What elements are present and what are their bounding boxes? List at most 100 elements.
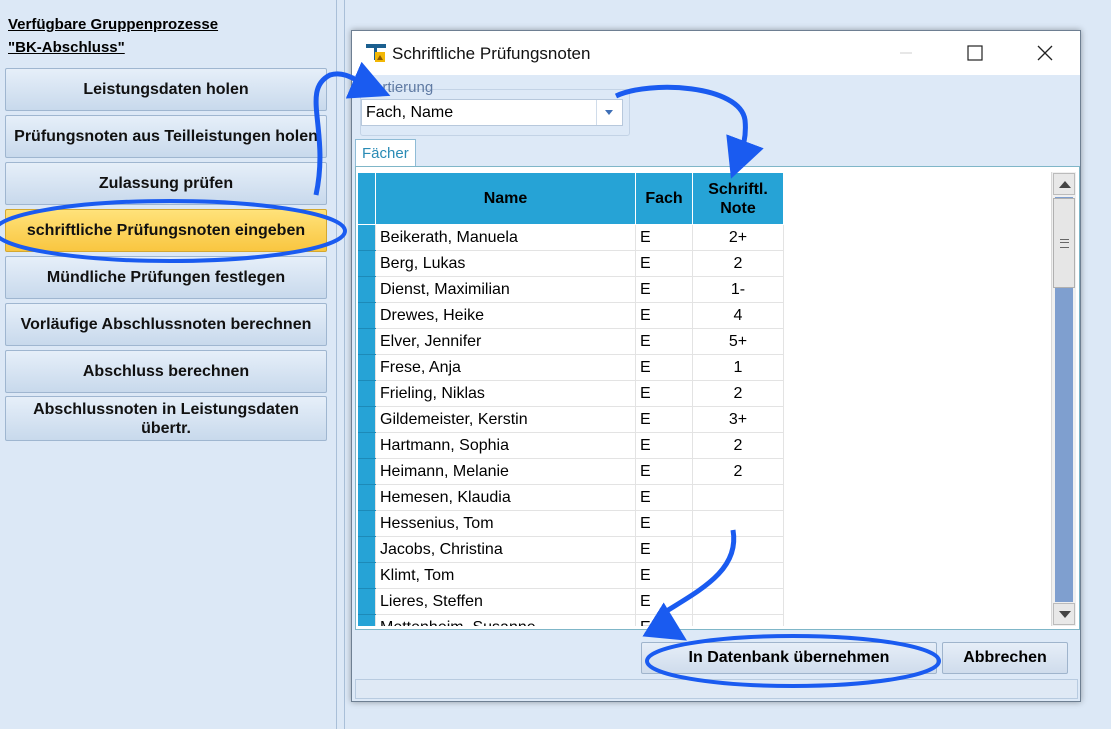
cell-fach: E bbox=[635, 302, 693, 329]
cell-note[interactable]: 1- bbox=[692, 276, 784, 303]
row-indicator bbox=[357, 380, 376, 407]
maximize-icon bbox=[967, 45, 983, 61]
cell-fach: E bbox=[635, 458, 693, 485]
process-panel: Verfügbare Gruppenprozesse "BK-Abschluss… bbox=[0, 0, 335, 729]
tab-faecher[interactable]: Fächer bbox=[355, 139, 416, 166]
table-row[interactable]: Frese, Anja E 1 bbox=[357, 354, 784, 381]
maximize-button[interactable] bbox=[952, 31, 998, 75]
grades-grid: Name Fach Schriftl. Note Beikerath, Manu… bbox=[357, 172, 1049, 626]
table-row[interactable]: Berg, Lukas E 2 bbox=[357, 250, 784, 277]
sort-label: Sortierung bbox=[364, 79, 434, 96]
cell-note[interactable]: 1 bbox=[692, 354, 784, 381]
cell-fach: E bbox=[635, 588, 693, 615]
row-indicator bbox=[357, 224, 376, 251]
table-row[interactable]: Gildemeister, Kerstin E 3+ bbox=[357, 406, 784, 433]
process-button-abschluss-berechnen[interactable]: Abschluss berechnen bbox=[5, 350, 327, 393]
cell-fach: E bbox=[635, 510, 693, 537]
cell-fach: E bbox=[635, 328, 693, 355]
table-row[interactable]: Elver, Jennifer E 5+ bbox=[357, 328, 784, 355]
row-indicator bbox=[357, 276, 376, 303]
minimize-icon bbox=[900, 52, 912, 54]
table-row[interactable]: Beikerath, Manuela E 2+ bbox=[357, 224, 784, 251]
panel-separator bbox=[336, 0, 337, 729]
table-row[interactable]: Lieres, Steffen E bbox=[357, 588, 784, 615]
process-button-abschlussnoten-uebertragen[interactable]: Abschlussnoten in Leistungsdaten übertr. bbox=[5, 396, 327, 441]
row-indicator bbox=[357, 536, 376, 563]
process-button-vorlaeufige-noten[interactable]: Vorläufige Abschlussnoten berechnen bbox=[5, 303, 327, 346]
cell-fach: E bbox=[635, 380, 693, 407]
row-indicator bbox=[357, 614, 376, 626]
table-row[interactable]: Hessenius, Tom E bbox=[357, 510, 784, 537]
sort-dropdown[interactable]: Fach, Name bbox=[361, 99, 623, 126]
process-button-leistungsdaten-holen[interactable]: Leistungsdaten holen bbox=[5, 68, 327, 111]
cell-note[interactable]: 2+ bbox=[692, 224, 784, 251]
cell-fach: E bbox=[635, 354, 693, 381]
process-button-pruefungsnoten-holen[interactable]: Prüfungsnoten aus Teilleistungen holen bbox=[5, 115, 327, 158]
panel-title-line1: Verfügbare Gruppenprozesse bbox=[8, 16, 219, 33]
cell-note[interactable]: 5+ bbox=[692, 328, 784, 355]
scrollbar-thumb[interactable] bbox=[1053, 198, 1075, 288]
cell-fach: E bbox=[635, 484, 693, 511]
save-to-database-button[interactable]: In Datenbank übernehmen bbox=[641, 642, 937, 674]
row-indicator bbox=[357, 510, 376, 537]
row-indicator bbox=[357, 432, 376, 459]
cell-note[interactable] bbox=[692, 562, 784, 589]
scroll-up-icon[interactable] bbox=[1053, 173, 1075, 195]
column-header-fach[interactable]: Fach bbox=[635, 172, 693, 225]
cell-note[interactable] bbox=[692, 536, 784, 563]
table-row[interactable]: Frieling, Niklas E 2 bbox=[357, 380, 784, 407]
cell-note[interactable]: 2 bbox=[692, 250, 784, 277]
table-row[interactable]: Heimann, Melanie E 2 bbox=[357, 458, 784, 485]
process-button-muendliche-pruefungen[interactable]: Mündliche Prüfungen festlegen bbox=[5, 256, 327, 299]
dialog-title: Schriftliche Prüfungsnoten bbox=[392, 44, 591, 63]
process-button-zulassung-pruefen[interactable]: Zulassung prüfen bbox=[5, 162, 327, 205]
panel-separator-2 bbox=[344, 0, 345, 729]
cell-fach: E bbox=[635, 536, 693, 563]
table-row[interactable]: Hemesen, Klaudia E bbox=[357, 484, 784, 511]
chevron-down-icon[interactable] bbox=[596, 100, 622, 125]
cell-note[interactable]: 2 bbox=[692, 458, 784, 485]
close-icon bbox=[1037, 45, 1053, 61]
cell-note[interactable] bbox=[692, 510, 784, 537]
row-indicator bbox=[357, 458, 376, 485]
cell-fach: E bbox=[635, 224, 693, 251]
cell-fach: E bbox=[635, 406, 693, 433]
cell-name: Hartmann, Sophia bbox=[375, 432, 636, 459]
table-row[interactable]: Jacobs, Christina E bbox=[357, 536, 784, 563]
column-header-name[interactable]: Name bbox=[375, 172, 636, 225]
cell-name: Hessenius, Tom bbox=[375, 510, 636, 537]
cell-note[interactable]: 3+ bbox=[692, 406, 784, 433]
cell-name: Dienst, Maximilian bbox=[375, 276, 636, 303]
cell-note[interactable]: 4 bbox=[692, 302, 784, 329]
dialog-titlebar: Schriftliche Prüfungsnoten bbox=[352, 31, 1080, 75]
minimize-button[interactable] bbox=[883, 31, 929, 75]
close-button[interactable] bbox=[1022, 31, 1068, 75]
cell-name: Frese, Anja bbox=[375, 354, 636, 381]
cell-note[interactable] bbox=[692, 588, 784, 615]
cell-name: Hemesen, Klaudia bbox=[375, 484, 636, 511]
cell-note[interactable] bbox=[692, 614, 784, 626]
process-button-schriftliche-noten[interactable]: schriftliche Prüfungsnoten eingeben bbox=[5, 209, 327, 252]
cell-fach: E bbox=[635, 276, 693, 303]
column-header-note[interactable]: Schriftl. Note bbox=[692, 172, 784, 225]
table-row[interactable]: Dienst, Maximilian E 1- bbox=[357, 276, 784, 303]
cell-note[interactable]: 2 bbox=[692, 380, 784, 407]
table-row[interactable]: Klimt, Tom E bbox=[357, 562, 784, 589]
row-indicator bbox=[357, 302, 376, 329]
table-row[interactable]: Drewes, Heike E 4 bbox=[357, 302, 784, 329]
vertical-scrollbar[interactable] bbox=[1051, 172, 1076, 626]
cell-note[interactable] bbox=[692, 484, 784, 511]
row-indicator bbox=[357, 588, 376, 615]
cell-name: Frieling, Niklas bbox=[375, 380, 636, 407]
row-indicator-header bbox=[357, 172, 376, 225]
cell-note[interactable]: 2 bbox=[692, 432, 784, 459]
row-indicator bbox=[357, 250, 376, 277]
cancel-button[interactable]: Abbrechen bbox=[942, 642, 1068, 674]
row-indicator bbox=[357, 406, 376, 433]
process-button-abschlussnoten-label: Abschlussnoten in Leistungsdaten übertr. bbox=[33, 400, 299, 437]
cell-fach: E bbox=[635, 614, 693, 626]
table-row[interactable]: Hartmann, Sophia E 2 bbox=[357, 432, 784, 459]
table-row[interactable]: Mettenheim, SusanneE bbox=[357, 614, 784, 626]
scroll-down-icon[interactable] bbox=[1053, 603, 1075, 625]
grades-dialog: Schriftliche Prüfungsnoten Sortierung Fa… bbox=[351, 30, 1081, 702]
